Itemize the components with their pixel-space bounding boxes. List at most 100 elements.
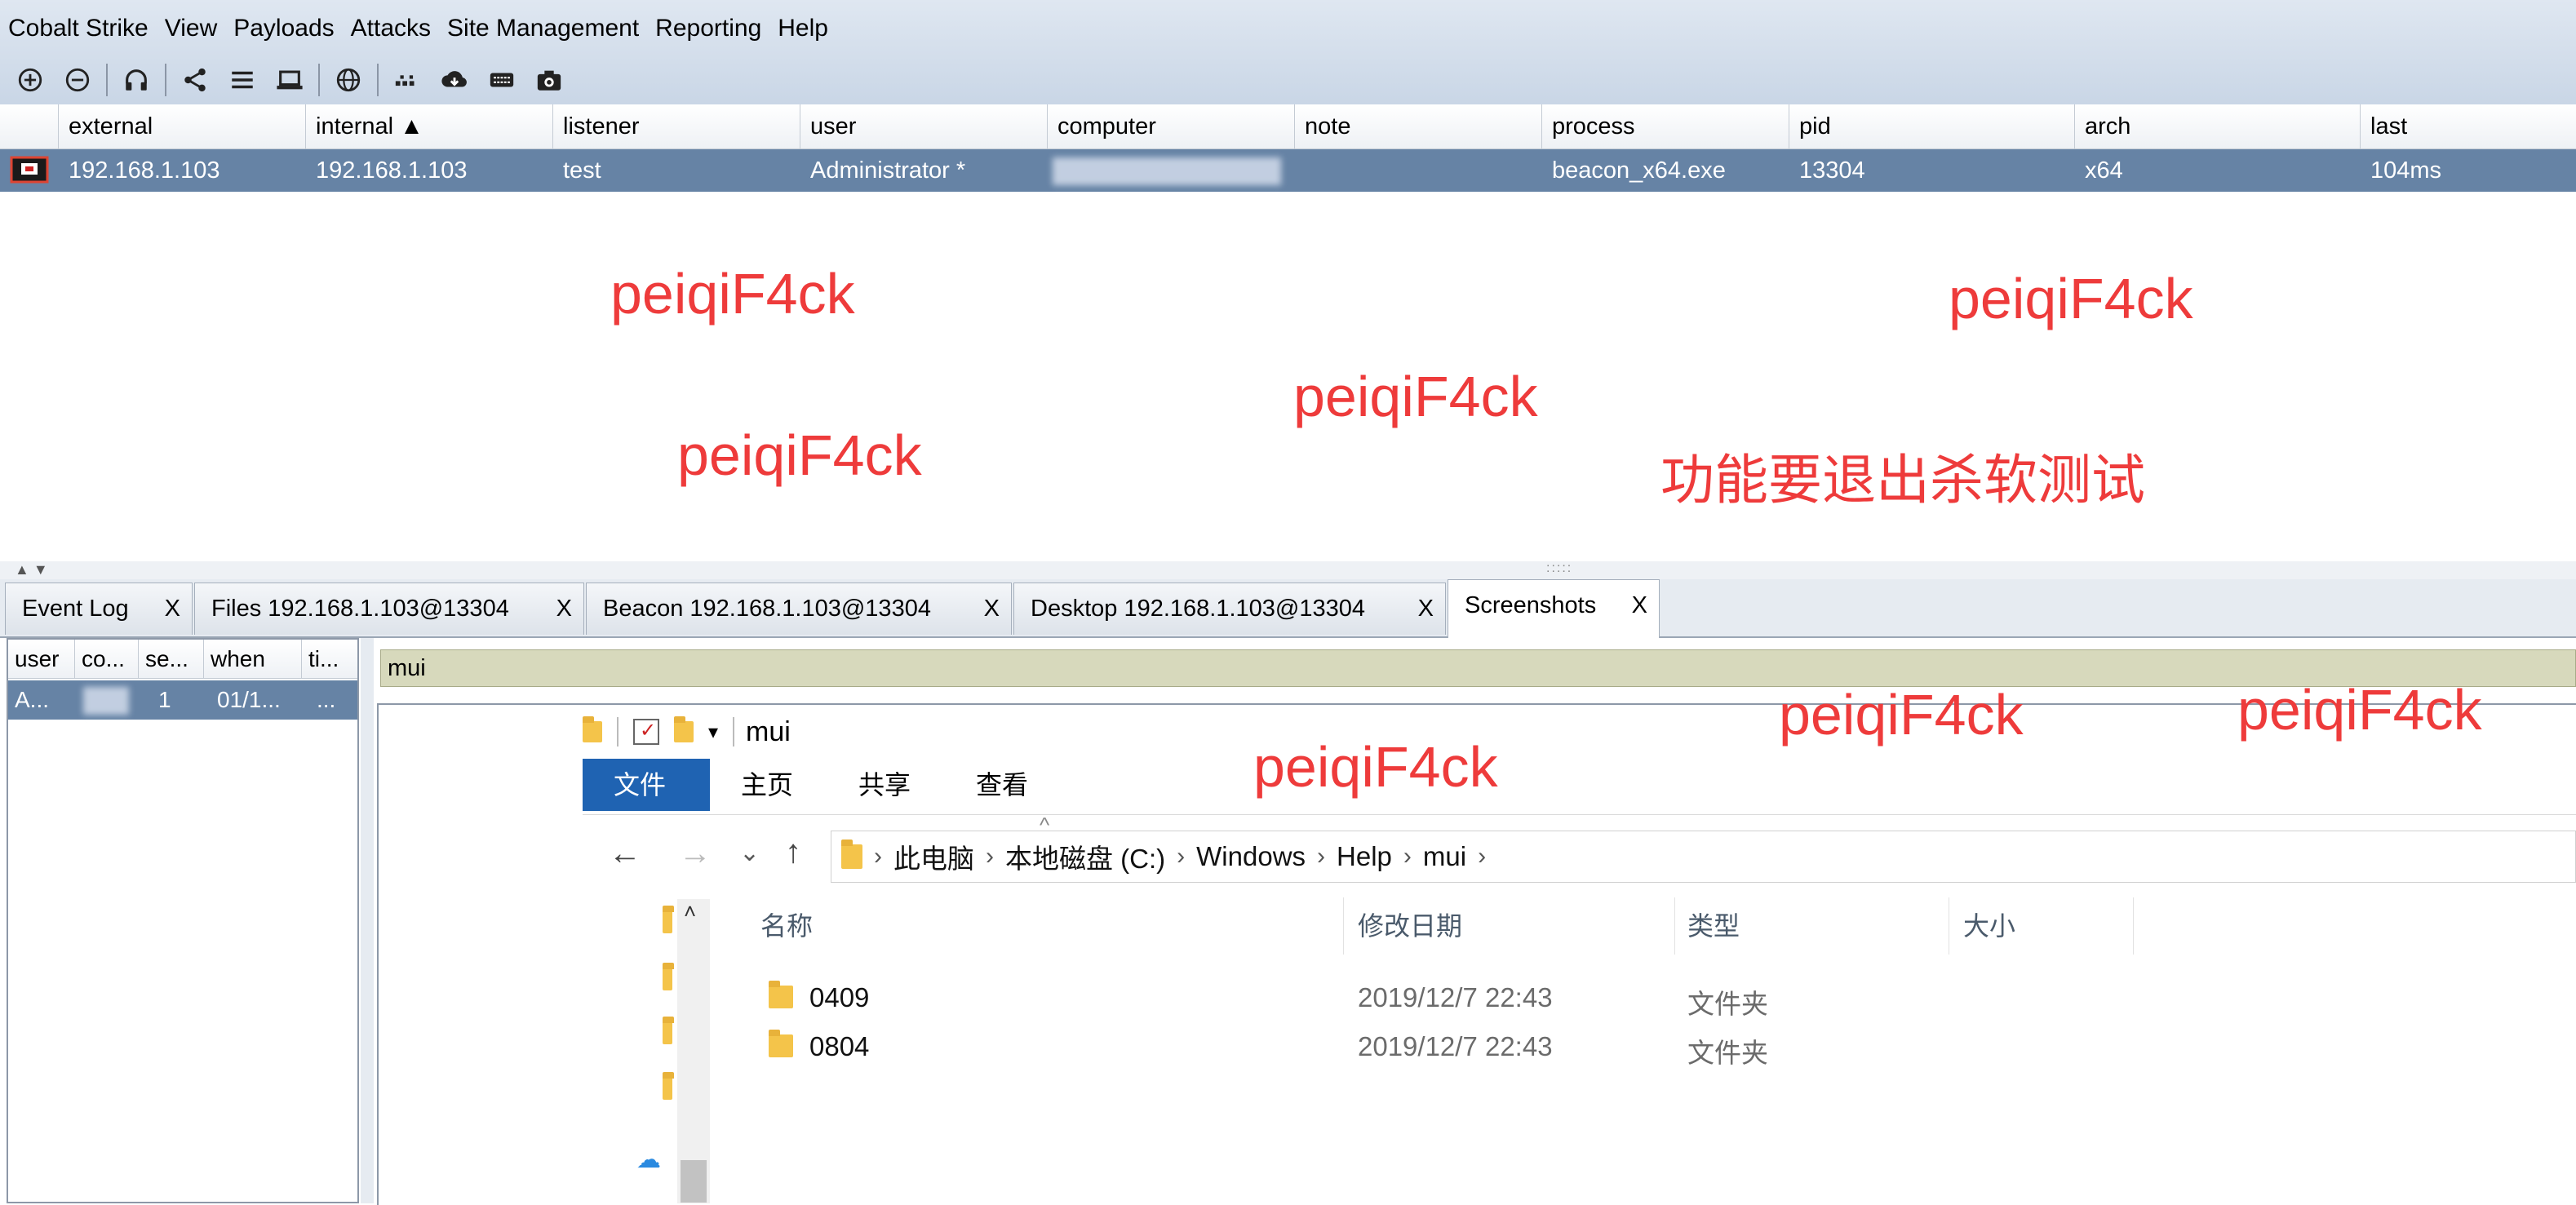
chevron-right-icon[interactable]: › — [874, 843, 882, 871]
tab-screenshots[interactable]: Screenshots X — [1448, 579, 1660, 638]
column-separator — [1343, 897, 1344, 955]
file-modified: 2019/12/7 22:43 — [1358, 982, 1553, 1012]
column-header-pid[interactable]: pid — [1789, 104, 2075, 148]
close-tab-icon[interactable]: X — [1632, 580, 1647, 631]
ribbon-tab-share[interactable]: 共享 — [827, 759, 942, 811]
column-header-computer[interactable]: co... — [75, 640, 139, 679]
scroll-thumb[interactable] — [681, 1160, 707, 1203]
ribbon-tab-file[interactable]: 文件 — [583, 759, 710, 811]
tab-files[interactable]: Files 192.168.1.103@13304 X — [194, 583, 584, 635]
splitter-arrows-icon[interactable]: ▲ ▼ — [15, 561, 48, 578]
keyboard-icon[interactable] — [485, 64, 518, 96]
cell-session: 1 — [158, 687, 171, 712]
column-header-modified[interactable]: 修改日期 — [1358, 906, 1462, 943]
chevron-down-icon[interactable]: ▾ — [708, 720, 718, 744]
credentials-icon[interactable] — [391, 64, 423, 96]
disconnect-icon[interactable] — [61, 64, 94, 96]
breadcrumb[interactable]: › 此电脑 › 本地磁盘 (C:) › Windows › Help › mui… — [831, 831, 2576, 883]
connect-icon[interactable] — [14, 64, 47, 96]
breadcrumb-item[interactable]: mui — [1423, 841, 1466, 872]
column-header-listener[interactable]: listener — [553, 104, 800, 148]
menu-reporting[interactable]: Reporting — [655, 15, 761, 42]
chevron-right-icon[interactable]: › — [1177, 843, 1185, 871]
column-header-last[interactable]: last — [2361, 104, 2576, 148]
list-icon[interactable] — [226, 64, 259, 96]
divider — [733, 717, 735, 746]
share-icon[interactable] — [179, 64, 211, 96]
cloud-download-icon[interactable] — [438, 64, 471, 96]
cell-external: 192.168.1.103 — [69, 157, 220, 184]
menu-view[interactable]: View — [165, 15, 217, 42]
camera-icon[interactable] — [533, 64, 565, 96]
column-header-external[interactable]: external — [59, 104, 306, 148]
close-tab-icon[interactable]: X — [984, 583, 1000, 634]
cell-pid: 13304 — [1799, 157, 1865, 184]
column-header-user[interactable]: user — [800, 104, 1048, 148]
ribbon-tab-home[interactable]: 主页 — [710, 759, 824, 811]
column-header-name[interactable]: 名称 — [760, 906, 813, 943]
breadcrumb-item[interactable]: Windows — [1196, 841, 1306, 872]
tab-label: Event Log — [22, 596, 129, 622]
new-folder-icon[interactable] — [674, 716, 694, 742]
cell-arch: x64 — [2085, 157, 2123, 184]
splitter-grip-icon[interactable]: ::::: — [1546, 561, 1572, 576]
column-header-size[interactable]: 大小 — [1963, 906, 2015, 943]
tab-desktop[interactable]: Desktop 192.168.1.103@13304 X — [1013, 583, 1446, 635]
close-tab-icon[interactable]: X — [556, 583, 572, 634]
panel-splitter[interactable]: ▲ ▼ ::::: — [0, 561, 2576, 579]
chevron-right-icon[interactable]: › — [1478, 843, 1486, 871]
menu-payloads[interactable]: Payloads — [233, 15, 334, 42]
cell-user: Administrator * — [810, 157, 966, 184]
back-arrow-icon[interactable]: ← — [609, 835, 641, 872]
chevron-right-icon[interactable]: › — [1317, 843, 1325, 871]
column-header-user[interactable]: user — [8, 640, 75, 679]
screenshot-row[interactable]: A... 1 01/1... ... — [8, 680, 357, 720]
explorer-nav-scrollbar[interactable]: ˄ — [677, 899, 710, 1203]
menu-attacks[interactable]: Attacks — [351, 15, 431, 42]
column-header-internal[interactable]: internal ▲ — [306, 104, 553, 148]
column-header-when[interactable]: when — [204, 640, 302, 679]
globe-icon[interactable] — [332, 64, 365, 96]
file-name: 0409 — [809, 982, 870, 1012]
breadcrumb-item[interactable]: 此电脑 — [893, 837, 974, 876]
column-header-type[interactable]: 类型 — [1687, 906, 1740, 943]
toolbar-separator — [165, 64, 166, 96]
chevron-down-icon[interactable]: ⌄ — [739, 839, 760, 867]
vertical-splitter[interactable] — [361, 638, 374, 1203]
up-arrow-icon[interactable]: ↑ — [785, 834, 801, 871]
session-table-header: external internal ▲ listener user comput… — [0, 104, 2576, 149]
menu-help[interactable]: Help — [778, 15, 828, 42]
chevron-right-icon[interactable]: › — [986, 843, 994, 871]
properties-check-icon[interactable]: ✓ — [633, 719, 659, 745]
laptop-icon[interactable] — [273, 64, 306, 96]
column-header-computer[interactable]: computer — [1048, 104, 1295, 148]
redacted-computer-name — [83, 687, 129, 715]
forward-arrow-icon[interactable]: → — [679, 835, 712, 872]
column-header-icon[interactable] — [0, 104, 59, 148]
menu-site-management[interactable]: Site Management — [447, 15, 639, 42]
session-table: external internal ▲ listener user comput… — [0, 104, 2576, 563]
breadcrumb-item[interactable]: Help — [1337, 841, 1392, 872]
column-header-note[interactable]: note — [1295, 104, 1542, 148]
close-tab-icon[interactable]: X — [165, 583, 180, 634]
column-header-session[interactable]: se... — [139, 640, 204, 679]
menu-cobalt-strike[interactable]: Cobalt Strike — [8, 15, 149, 42]
headphones-icon[interactable] — [120, 64, 153, 96]
tab-beacon[interactable]: Beacon 192.168.1.103@13304 X — [586, 583, 1012, 635]
column-header-arch[interactable]: arch — [2075, 104, 2361, 148]
close-tab-icon[interactable]: X — [1418, 583, 1434, 634]
cell-when: 01/1... — [217, 687, 281, 712]
column-header-process[interactable]: process — [1542, 104, 1789, 148]
file-name: 0804 — [809, 1031, 870, 1061]
toolbar-separator — [377, 64, 379, 96]
tab-event-log[interactable]: Event Log X — [5, 583, 193, 635]
folder-icon — [583, 716, 602, 742]
watermark: peiqiF4ck — [1293, 365, 1538, 428]
toolbar — [0, 59, 573, 101]
breadcrumb-item[interactable]: 本地磁盘 (C:) — [1005, 837, 1165, 876]
chevron-right-icon[interactable]: › — [1403, 843, 1412, 871]
session-row[interactable]: 192.168.1.103 192.168.1.103 test Adminis… — [0, 149, 2576, 192]
scroll-up-icon[interactable]: ˄ — [684, 899, 696, 924]
column-header-title[interactable]: ti... — [302, 640, 357, 679]
ribbon-tab-view[interactable]: 查看 — [945, 759, 1059, 811]
